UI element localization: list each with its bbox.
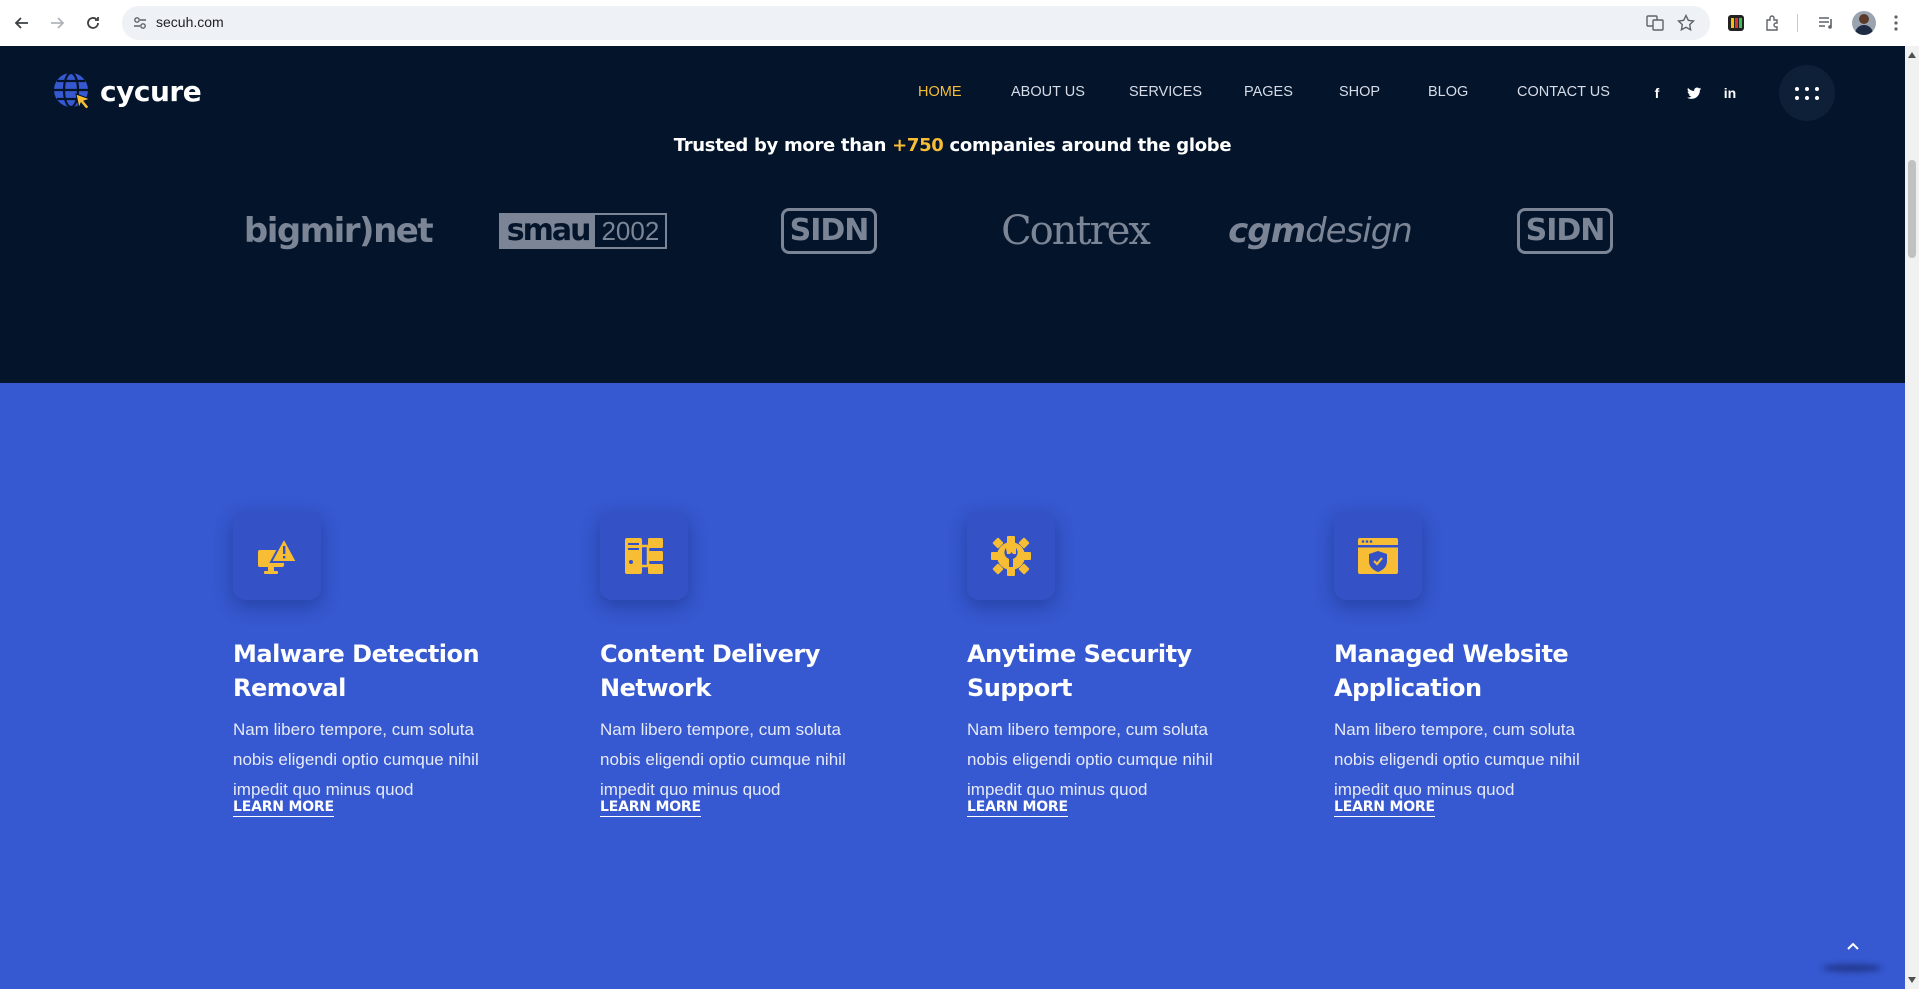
nav-item-about-us[interactable]: ABOUT US <box>1011 84 1085 100</box>
url-text[interactable]: secuh.com <box>156 14 224 30</box>
translate-icon[interactable] <box>1646 14 1664 32</box>
partner-logo-smau: smau 2002 <box>496 201 670 261</box>
site-settings-icon[interactable] <box>132 15 148 31</box>
scroll-top-shadow <box>1822 964 1882 972</box>
service-text: Nam libero tempore, cum soluta nobis eli… <box>1334 720 1580 799</box>
service-text: Nam libero tempore, cum soluta nobis eli… <box>600 720 846 799</box>
scrollbar-thumb[interactable] <box>1908 160 1916 258</box>
trusted-prefix: Trusted by more than <box>673 135 887 156</box>
scroll-to-top-button[interactable] <box>1838 931 1868 961</box>
browser-shield-icon <box>1334 512 1422 600</box>
partner-logo-sidn-2: SIDN <box>1516 201 1614 261</box>
server-network-icon <box>600 512 688 600</box>
page-scrollbar[interactable] <box>1905 46 1919 989</box>
service-text: Nam libero tempore, cum soluta nobis eli… <box>233 720 479 799</box>
malware-warning-icon <box>233 512 321 600</box>
browser-toolbar: secuh.com <box>0 0 1919 46</box>
nav-item-contact-us[interactable]: CONTACT US <box>1517 84 1610 100</box>
reload-icon[interactable] <box>81 11 105 35</box>
smau-right: 2002 <box>601 216 660 246</box>
facebook-icon[interactable]: f <box>1648 84 1666 102</box>
extensions-puzzle-icon[interactable] <box>1762 12 1784 34</box>
service-title: Content Delivery Network <box>600 640 820 702</box>
service-title: Managed Website Application <box>1334 640 1569 702</box>
page-viewport: cycure HOME ABOUT US SERVICES PAGES SHOP… <box>0 46 1905 989</box>
service-text: Nam libero tempore, cum soluta nobis eli… <box>967 720 1213 799</box>
scroll-down-arrow-icon[interactable] <box>1908 977 1916 983</box>
back-icon[interactable] <box>10 11 34 35</box>
learn-more-link[interactable]: LEARN MORE <box>600 799 701 817</box>
nav-item-pages[interactable]: PAGES <box>1244 84 1293 100</box>
profile-avatar[interactable] <box>1852 11 1876 35</box>
cgm-rest: design <box>1305 211 1413 251</box>
service-title: Anytime Security Support <box>967 640 1192 702</box>
extension-color-icon[interactable] <box>1725 12 1747 34</box>
service-title: Malware Detection Removal <box>233 640 480 702</box>
learn-more-link[interactable]: LEARN MORE <box>1334 799 1435 817</box>
smau-left: smau <box>500 215 596 247</box>
forward-icon[interactable] <box>45 11 69 35</box>
twitter-icon[interactable] <box>1685 84 1703 102</box>
sidn-text: SIDN <box>780 208 878 254</box>
sidn-text-2: SIDN <box>1516 208 1614 254</box>
browser-menu-icon[interactable] <box>1885 12 1907 34</box>
learn-more-link[interactable]: LEARN MORE <box>233 799 334 817</box>
partner-logo-bigmir: bigmir)net <box>243 211 434 251</box>
trusted-heading: Trusted by more than +750 companies arou… <box>0 135 1905 156</box>
linkedin-icon[interactable]: in <box>1721 84 1739 102</box>
apps-grid-button[interactable] <box>1779 65 1835 121</box>
nav-item-home[interactable]: HOME <box>918 84 962 100</box>
gear-wrench-icon <box>967 512 1055 600</box>
partner-logo-cgmdesign: cgm design <box>1228 201 1413 261</box>
cgm-bold: cgm <box>1228 211 1306 251</box>
trusted-suffix: companies around the globe <box>949 135 1232 156</box>
nav-item-shop[interactable]: SHOP <box>1339 84 1380 100</box>
partner-logo-sidn: SIDN <box>780 201 878 261</box>
nav-item-blog[interactable]: BLOG <box>1428 84 1468 100</box>
nav-item-services[interactable]: SERVICES <box>1129 84 1202 100</box>
bookmark-star-icon[interactable] <box>1677 14 1695 32</box>
partner-logo-contrex: Contrex <box>1001 208 1151 254</box>
address-bar[interactable]: secuh.com <box>122 6 1710 40</box>
trusted-highlight: +750 <box>892 135 944 156</box>
learn-more-link[interactable]: LEARN MORE <box>967 799 1068 817</box>
scroll-up-arrow-icon[interactable] <box>1908 52 1916 58</box>
main-nav: HOME ABOUT US SERVICES PAGES SHOP BLOG C… <box>0 84 1905 104</box>
media-queue-icon[interactable] <box>1815 12 1837 34</box>
toolbar-divider <box>1797 14 1798 32</box>
